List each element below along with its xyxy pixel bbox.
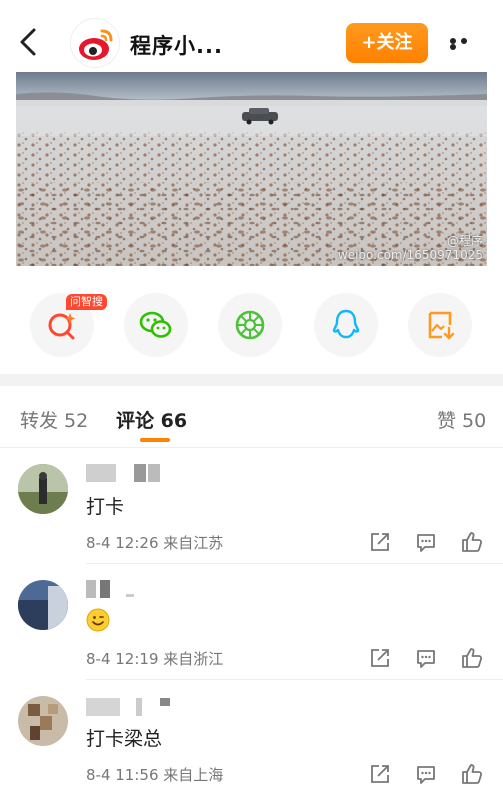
top-bar: 程序小... +关注: [0, 0, 503, 80]
moments-share-button[interactable]: [218, 293, 282, 357]
avatar-image: [18, 696, 68, 746]
save-image-icon: [428, 311, 455, 340]
like-icon[interactable]: [460, 762, 484, 786]
chevron-left-icon: [20, 28, 36, 56]
follow-button[interactable]: +关注: [346, 23, 428, 63]
reply-icon[interactable]: [414, 762, 438, 786]
avatar[interactable]: [18, 464, 68, 514]
share-icon[interactable]: [368, 530, 392, 554]
watermark-url: weibo.com/1650971025: [337, 248, 483, 262]
tab-repost[interactable]: 转发 52: [20, 406, 88, 433]
avatar[interactable]: [70, 18, 120, 68]
active-tab-indicator: [140, 438, 170, 442]
wechat-share-button[interactable]: [124, 293, 188, 357]
back-button[interactable]: [14, 26, 42, 58]
more-options-icon[interactable]: [450, 38, 482, 50]
comment-meta: 8-4 11:56 来自上海: [86, 766, 224, 784]
avatar[interactable]: [18, 696, 68, 746]
share-icon[interactable]: [368, 646, 392, 670]
post-image[interactable]: @程序 weibo.com/1650971025: [16, 72, 487, 266]
wechat-icon: [139, 311, 172, 338]
comment-item: 8-4 12:19 来自浙江: [0, 564, 503, 680]
avatar[interactable]: [18, 580, 68, 630]
avatar-image: [18, 580, 68, 630]
qq-share-button[interactable]: [314, 293, 378, 357]
reply-icon[interactable]: [414, 530, 438, 554]
page-title[interactable]: 程序小...: [130, 30, 223, 60]
save-image-button[interactable]: [408, 293, 472, 357]
smart-search-icon: [48, 313, 76, 340]
avatar-image: [18, 464, 68, 514]
qq-icon: [332, 309, 360, 339]
comment-meta: 8-4 12:19 来自浙江: [86, 650, 224, 668]
like-icon[interactable]: [460, 646, 484, 670]
smiley-emoji-icon: [86, 608, 110, 632]
comment-item: 打卡 8-4 12:26 来自江苏: [0, 448, 503, 564]
share-icon[interactable]: [368, 762, 392, 786]
tab-likes[interactable]: 赞 50: [437, 406, 486, 433]
weibo-logo-icon: [71, 19, 119, 67]
comment-text: 打卡梁总: [86, 728, 163, 750]
tab-comments[interactable]: 评论 66: [116, 406, 187, 433]
comment-text: 打卡: [86, 496, 125, 518]
weibo-post-page: 程序小... +关注 @程序 weibo.com/1650971025 问智搜 …: [0, 0, 503, 800]
section-divider: [0, 374, 503, 386]
tab-bar: 转发 52 评论 66 赞 50: [0, 386, 503, 448]
comment-item: 打卡梁总 8-4 11:56 来自上海: [0, 680, 503, 800]
image-watermark: @程序 weibo.com/1650971025: [338, 234, 483, 262]
reply-icon[interactable]: [414, 646, 438, 670]
smart-search-badge: 问智搜: [66, 294, 107, 310]
like-icon[interactable]: [460, 530, 484, 554]
watermark-handle: @程序: [446, 234, 483, 248]
moments-icon: [235, 310, 265, 340]
comment-meta: 8-4 12:26 来自江苏: [86, 534, 224, 552]
